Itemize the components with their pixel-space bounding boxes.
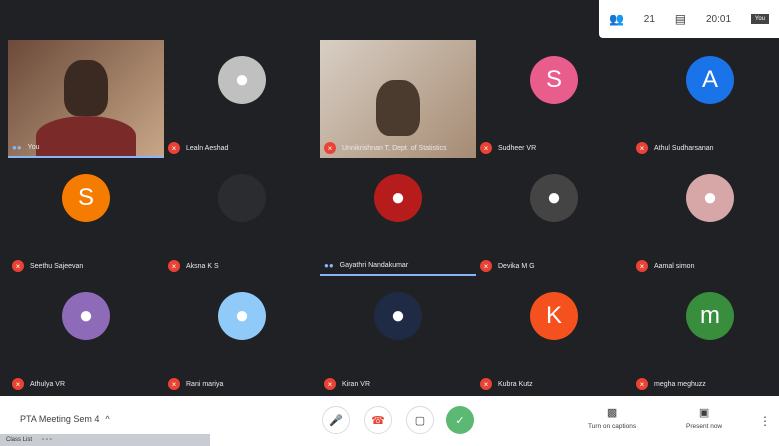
more-options-icon[interactable]: ⋮ bbox=[759, 414, 771, 428]
participant-tile[interactable]: ● × Athulya VR bbox=[8, 276, 164, 394]
taskbar-label[interactable]: Class List bbox=[6, 437, 32, 443]
check-icon: ✓ bbox=[455, 414, 465, 427]
participant-name: Lealn Aeshad bbox=[186, 144, 229, 152]
participant-name: megha meghuzz bbox=[654, 380, 706, 388]
participant-tile[interactable]: S × Sudheer VR bbox=[476, 40, 632, 158]
present-button[interactable]: ▣ Present now bbox=[686, 406, 722, 430]
taskbar: Class List ▫ ▫ ▫ bbox=[0, 434, 210, 446]
participant-name: Sudheer VR bbox=[498, 144, 537, 152]
mic-off-icon: × bbox=[168, 378, 180, 390]
participant-name: You bbox=[27, 144, 40, 151]
mic-off-icon: × bbox=[636, 142, 648, 154]
meeting-details-button[interactable]: PTA Meeting Sem 4 ^ bbox=[20, 414, 110, 424]
participant-tile[interactable]: ● × Kiran VR bbox=[320, 276, 476, 394]
self-preview-label[interactable]: You bbox=[750, 14, 770, 24]
participant-name: Seethu Sajeevan bbox=[30, 262, 84, 270]
participant-name: Athulya VR bbox=[30, 380, 66, 388]
participant-tile[interactable]: ● × Aamal simon bbox=[632, 158, 779, 276]
mic-off-icon: × bbox=[168, 142, 180, 154]
phone-hangup-icon: ☎ bbox=[371, 414, 385, 427]
avatar: ● bbox=[374, 174, 422, 222]
microphone-button[interactable]: 🎤 bbox=[322, 406, 350, 434]
captions-button[interactable]: ▩ Turn on captions bbox=[588, 406, 636, 430]
avatar bbox=[218, 174, 266, 222]
participant-name: Rani mariya bbox=[186, 380, 224, 388]
present-icon: ▣ bbox=[698, 407, 710, 419]
participant-tile[interactable]: S × Seethu Sajeevan bbox=[8, 158, 164, 276]
participant-name: Kiran VR bbox=[342, 380, 371, 388]
participant-tile[interactable]: × Unnikrishnan T, Dept. of Statistics bbox=[320, 40, 476, 158]
mic-off-icon: × bbox=[636, 260, 648, 272]
participant-name: Athul Sudharsanan bbox=[654, 144, 714, 152]
participant-name: Aamal simon bbox=[654, 262, 695, 270]
chat-icon[interactable]: ▤ bbox=[675, 12, 686, 26]
mic-off-icon: × bbox=[636, 378, 648, 390]
participant-tile[interactable]: A × Athul Sudharsanan bbox=[632, 40, 779, 158]
mic-off-icon: × bbox=[168, 260, 180, 272]
avatar: ● bbox=[686, 174, 734, 222]
people-count: 21 bbox=[643, 13, 655, 25]
avatar: S bbox=[62, 174, 110, 222]
microphone-icon: 🎤 bbox=[329, 414, 343, 427]
avatar: S bbox=[530, 56, 578, 104]
confirm-button[interactable]: ✓ bbox=[446, 406, 474, 434]
participant-tile[interactable]: ● × Devika M G bbox=[476, 158, 632, 276]
camera-icon: ▢ bbox=[414, 414, 426, 427]
participant-grid: ●● You ● × Lealn Aeshad × Unnikrishnan T, D… bbox=[8, 40, 779, 396]
leave-call-button[interactable]: ☎ bbox=[364, 406, 392, 434]
mic-off-icon: × bbox=[480, 260, 492, 272]
meeting-top-bar: 👥 21 ▤ 20:01 You bbox=[599, 0, 779, 38]
participant-video bbox=[376, 80, 420, 136]
mic-off-icon: × bbox=[324, 378, 336, 390]
participant-name: Aksna K S bbox=[186, 262, 219, 270]
meeting-controls-bar: PTA Meeting Sem 4 ^ 🎤 ☎ ▢ ✓ ▩ Turn on ca… bbox=[0, 396, 779, 446]
present-label: Present now bbox=[686, 423, 723, 430]
avatar: ● bbox=[218, 56, 266, 104]
avatar: ● bbox=[62, 292, 110, 340]
participant-tile[interactable]: × Aksna K S bbox=[164, 158, 320, 276]
avatar: ● bbox=[530, 174, 578, 222]
camera-button[interactable]: ▢ bbox=[406, 406, 434, 434]
speaking-icon: ●● bbox=[12, 143, 22, 152]
chevron-up-icon: ^ bbox=[105, 414, 110, 424]
avatar: K bbox=[530, 292, 578, 340]
mic-off-icon: × bbox=[324, 142, 336, 154]
participant-tile[interactable]: ● × Lealn Aeshad bbox=[164, 40, 320, 158]
people-icon[interactable]: 👥 bbox=[609, 12, 624, 26]
avatar: m bbox=[686, 292, 734, 340]
avatar: ● bbox=[374, 292, 422, 340]
participant-name: Gayathri Nandakumar bbox=[339, 262, 409, 269]
speaking-icon: ●● bbox=[324, 261, 334, 270]
participant-name: Unnikrishnan T, Dept. of Statistics bbox=[342, 144, 447, 152]
participant-tile[interactable]: m × megha meghuzz bbox=[632, 276, 779, 394]
meeting-title: PTA Meeting Sem 4 bbox=[20, 414, 100, 424]
participant-name: Devika M G bbox=[498, 262, 535, 270]
avatar: A bbox=[686, 56, 734, 104]
mic-off-icon: × bbox=[480, 378, 492, 390]
clock-time: 20:01 bbox=[705, 13, 732, 25]
participant-tile[interactable]: K × Kubra Kutz bbox=[476, 276, 632, 394]
participant-tile[interactable]: ● × Rani mariya bbox=[164, 276, 320, 394]
participant-tile[interactable]: ●● You bbox=[8, 40, 164, 158]
captions-label: Turn on captions bbox=[588, 423, 637, 430]
participant-video bbox=[64, 60, 108, 116]
mic-off-icon: × bbox=[12, 260, 24, 272]
participant-name: Kubra Kutz bbox=[498, 380, 533, 388]
taskbar-icons: ▫ ▫ ▫ bbox=[42, 437, 52, 443]
mic-off-icon: × bbox=[12, 378, 24, 390]
participant-tile[interactable]: ● ●● Gayathri Nandakumar bbox=[320, 158, 476, 276]
avatar: ● bbox=[218, 292, 266, 340]
mic-off-icon: × bbox=[480, 142, 492, 154]
captions-icon: ▩ bbox=[606, 407, 618, 419]
